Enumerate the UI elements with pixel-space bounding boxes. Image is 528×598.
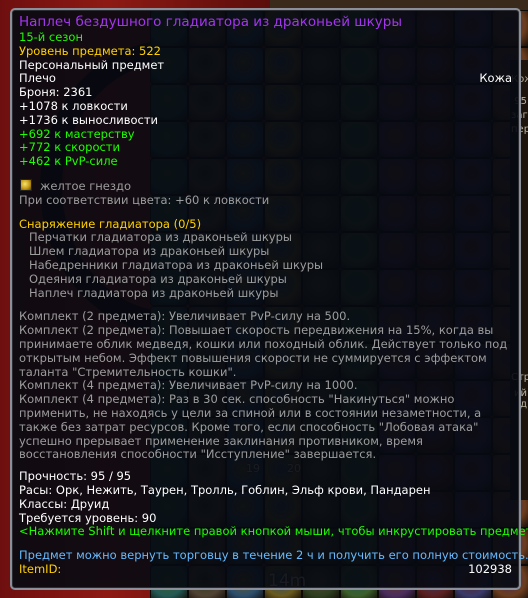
required-level: Требуется уровень: 90: [19, 510, 157, 525]
season-label: 15-й сезон: [19, 30, 83, 44]
socket-label: желтое гнездо: [40, 178, 131, 193]
set-item: Перчатки гладиатора из драконьей шкуры: [29, 230, 292, 245]
durability: Прочность: 95 / 95: [19, 469, 132, 484]
slot-label: Плечо: [19, 71, 56, 86]
set-bonus: Комплект (2 предмета): Повышает скорость…: [19, 323, 508, 379]
item-id-row: ItemID: 102938: [19, 561, 512, 577]
set-bonus: Комплект (4 предмета): Раз в 30 сек. спо…: [19, 392, 482, 462]
set-item: Наплеч гладиатора из драконьей шкуры: [29, 285, 279, 300]
stat-mastery: +692 к мастерству: [19, 126, 135, 141]
socket-bonus: При соответствии цвета: +60 к ловкости: [19, 192, 270, 207]
stat-agility: +1078 к ловкости: [19, 98, 128, 113]
socket-row: желтое гнездо: [19, 178, 512, 194]
item-title: Наплеч бездушного гладиатора из драконье…: [19, 14, 403, 30]
classes: Классы: Друид: [19, 496, 110, 511]
item-id-label: ItemID:: [19, 561, 62, 576]
set-item: Набедренники гладиатора из драконьей шку…: [29, 257, 324, 272]
set-bonus: Комплект (2 предмета): Увеличивает PvP-с…: [19, 309, 351, 324]
refund-note: Предмет можно вернуть торговцу в течение…: [19, 548, 528, 563]
armor-type-label: Кожа: [479, 71, 512, 86]
stat-stamina: +1736 к выносливости: [19, 112, 159, 127]
set-item: Одеяния гладиатора из драконьей шкуры: [29, 271, 287, 286]
item-level: Уровень предмета: 522: [19, 43, 161, 58]
races: Расы: Орк, Нежить, Таурен, Тролль, Гобли…: [19, 482, 431, 497]
item-tooltip: Наплеч бездушного гладиатора из драконье…: [10, 8, 528, 590]
socket-hint: <Нажмите Shift и щелкните правой кнопкой…: [19, 524, 528, 539]
item-id-value: 102938: [468, 561, 512, 576]
yellow-gem-icon: [20, 178, 32, 191]
stat-pvp-power: +462 к PvP-силе: [19, 154, 118, 169]
set-name: Снаряжение гладиатора (0/5): [19, 216, 202, 231]
set-bonus: Комплект (4 предмета): Увеличивает PvP-с…: [19, 378, 358, 393]
binding-label: Персональный предмет: [19, 57, 165, 72]
set-item: Шлем гладиатора из драконьей шкуры: [29, 244, 270, 259]
stat-haste: +772 к скорости: [19, 140, 120, 155]
armor-value: Броня: 2361: [19, 85, 93, 100]
slot-row: Плечо Кожа: [19, 71, 512, 86]
